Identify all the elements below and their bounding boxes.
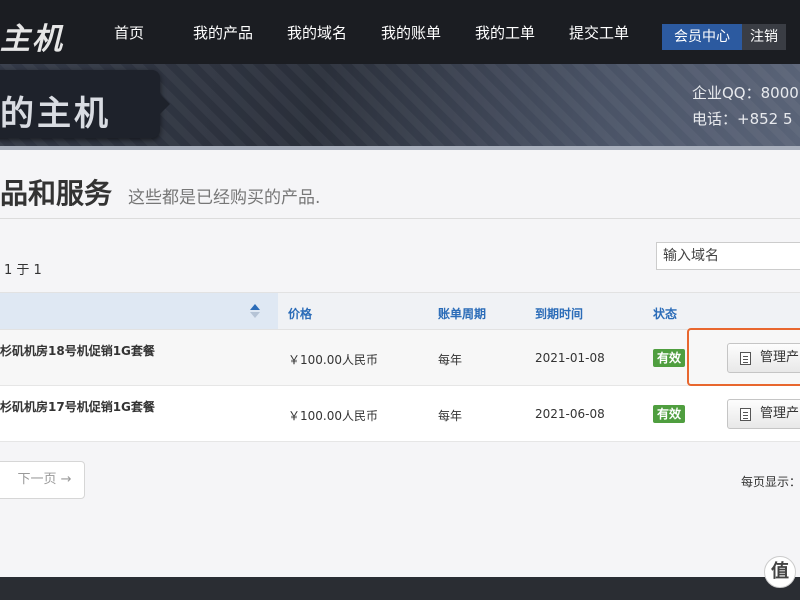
nav-my-tickets[interactable]: 我的工单 — [475, 22, 535, 43]
product-name: 杉矶机房18号机促销1G套餐 — [0, 344, 155, 358]
results-count: 1 于 1 — [4, 263, 42, 278]
nav-submit-ticket[interactable]: 提交工单 — [569, 22, 629, 43]
manage-product-label: 管理产品 — [760, 406, 800, 421]
document-icon — [740, 408, 751, 421]
member-center-button[interactable]: 会员中心 — [662, 24, 742, 50]
th-product-sorted[interactable] — [0, 293, 278, 329]
nav-home[interactable]: 首页 — [114, 22, 144, 43]
status-badge: 有效 — [653, 349, 686, 367]
th-price[interactable]: 价格 — [288, 305, 312, 322]
table-header: 价格 账单周期 到期时间 状态 — [0, 292, 800, 330]
product-name: 杉矶机房17号机促销1G套餐 — [0, 400, 155, 414]
due-date: 2021-01-08 — [535, 351, 605, 365]
billing-cycle: 每年 — [438, 353, 463, 367]
nav-my-domains[interactable]: 我的域名 — [287, 22, 347, 43]
due-date: 2021-06-08 — [535, 407, 605, 421]
banner-title: 的主机 — [0, 94, 111, 134]
header-banner: 的主机 — [0, 64, 800, 146]
nav-my-invoices[interactable]: 我的账单 — [381, 22, 441, 43]
page-footer — [0, 577, 800, 600]
banner-bottom-border — [0, 146, 800, 150]
manage-product-button[interactable]: 管理产品 — [727, 399, 800, 429]
per-page-label: 每页显示： — [741, 475, 800, 489]
heading-divider — [0, 218, 800, 219]
logout-button[interactable]: 注销 — [742, 24, 786, 50]
nav-my-products[interactable]: 我的产品 — [193, 22, 253, 43]
top-navbar: 主机 首页 我的产品 我的域名 我的账单 我的工单 提交工单 会员中心 注销 — [0, 0, 800, 64]
billing-cycle: 每年 — [438, 409, 463, 423]
banner-plate-arrow — [158, 92, 170, 116]
banner-phone: 电话：+852 5 — [692, 110, 793, 128]
site-logo[interactable]: 主机 — [0, 14, 64, 58]
domain-search-input[interactable] — [656, 242, 800, 270]
table-row: 杉矶机房17号机促销1G套餐 ￥100.00人民币 每年 2021-06-08 … — [0, 386, 800, 442]
sort-desc-icon — [250, 312, 260, 318]
banner-qq: 企业QQ：8000 — [692, 84, 799, 102]
watermark-logo: 值 — [764, 556, 796, 588]
th-status[interactable]: 状态 — [653, 305, 677, 322]
table-row: 杉矶机房18号机促销1G套餐 ￥100.00人民币 每年 2021-01-08 … — [0, 330, 800, 386]
sort-asc-icon — [250, 304, 260, 310]
next-page-button[interactable]: 下一页 → — [0, 461, 85, 499]
status-badge: 有效 — [653, 405, 686, 423]
product-price: ￥100.00人民币 — [288, 409, 378, 423]
highlight-outline — [687, 328, 800, 386]
page-title: 品和服务 — [0, 177, 113, 210]
th-billing-cycle[interactable]: 账单周期 — [438, 305, 486, 322]
th-due-date[interactable]: 到期时间 — [535, 305, 583, 322]
page-subtitle: 这些都是已经购买的产品. — [128, 188, 321, 208]
product-price: ￥100.00人民币 — [288, 353, 378, 367]
